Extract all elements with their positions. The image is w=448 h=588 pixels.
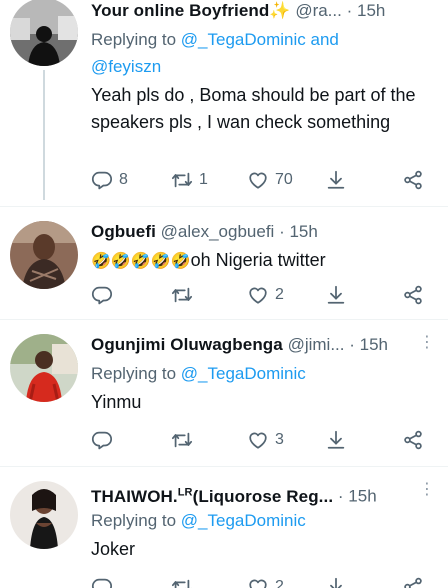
like-count: 70 — [275, 171, 293, 188]
replying-to: Replying to @_TegaDominic — [91, 507, 436, 534]
tweet-text-content: oh Nigeria twitter — [190, 250, 326, 270]
download-icon — [325, 576, 347, 588]
tweet-actions: 2 — [91, 574, 436, 588]
like-icon — [247, 284, 269, 306]
share-icon — [402, 284, 424, 306]
reply-icon — [91, 169, 113, 191]
tweet-actions: 3 — [91, 427, 436, 453]
tweet-text: Joker — [91, 539, 136, 559]
retweet-button[interactable] — [171, 574, 193, 588]
reply-icon — [91, 429, 113, 451]
like-button[interactable]: 70 — [247, 167, 293, 193]
download-icon — [325, 429, 347, 451]
reply-button[interactable] — [91, 574, 113, 588]
display-name[interactable]: Your online Boyfriend — [91, 1, 269, 20]
replying-to: Replying to @_TegaDominic — [91, 360, 436, 387]
more-icon[interactable]: ⋮ — [418, 479, 436, 501]
display-name[interactable]: Ogunjimi Oluwagbenga — [91, 335, 283, 354]
like-icon — [247, 576, 269, 588]
retweet-button[interactable]: 1 — [171, 167, 208, 193]
display-name[interactable]: Ogbuefi — [91, 222, 156, 241]
replying-to: Replying to @_TegaDominic and @feyiszn — [91, 26, 436, 80]
more-icon[interactable]: ⋮ — [418, 332, 436, 354]
retweet-button[interactable] — [171, 427, 193, 453]
share-button[interactable] — [402, 427, 424, 453]
name-superscript: LR — [177, 486, 193, 498]
share-icon — [402, 169, 424, 191]
download-button[interactable] — [325, 282, 347, 308]
divider — [0, 466, 448, 467]
avatar[interactable] — [10, 334, 78, 402]
mention-link[interactable]: @feyiszn — [91, 57, 161, 76]
divider — [0, 319, 448, 320]
laughing-emoji: 🤣🤣🤣🤣🤣 — [91, 253, 191, 270]
like-count: 3 — [275, 431, 284, 448]
tweet-header: Ogbuefi @alex_ogbuefi · 15h — [91, 222, 318, 241]
timestamp[interactable]: 15h — [357, 1, 385, 20]
download-button[interactable] — [325, 427, 347, 453]
timestamp[interactable]: 15h — [348, 487, 376, 506]
tweet-actions: 8 1 70 — [91, 167, 436, 193]
reply-count: 8 — [119, 171, 128, 188]
share-button[interactable] — [402, 167, 424, 193]
reply-button[interactable] — [91, 282, 113, 308]
retweet-button[interactable] — [171, 282, 193, 308]
reply-button[interactable]: 8 — [91, 167, 128, 193]
like-icon — [247, 429, 269, 451]
mention-link[interactable]: @_TegaDominic and — [181, 30, 339, 49]
like-icon — [247, 169, 269, 191]
tweet-text: Yinmu — [91, 392, 142, 412]
tweet-header: THAIWOH.LR(Liquorose Reg... · 15h ⋮ — [91, 479, 436, 506]
divider — [0, 206, 448, 207]
share-button[interactable] — [402, 282, 424, 308]
download-button[interactable] — [325, 167, 347, 193]
share-button[interactable] — [402, 574, 424, 588]
reply-button[interactable] — [91, 427, 113, 453]
tweet-text: Yeah pls do , Boma should be part of the… — [91, 85, 416, 132]
username[interactable]: @jimi... — [288, 335, 345, 354]
thread-line — [43, 70, 45, 200]
download-icon — [325, 169, 347, 191]
tweet-text: 🤣🤣🤣🤣🤣oh Nigeria twitter — [91, 247, 436, 275]
sparkles-emoji: ✨ — [269, 1, 291, 20]
avatar[interactable] — [10, 221, 78, 289]
like-button[interactable]: 2 — [247, 574, 284, 588]
timestamp[interactable]: 15h — [289, 222, 317, 241]
replying-prefix: Replying to — [91, 511, 177, 530]
tweet-header: Ogunjimi Oluwagbenga @jimi... · 15h ⋮ — [91, 332, 436, 354]
username[interactable]: @ra... — [295, 1, 342, 20]
timestamp[interactable]: 15h — [360, 335, 388, 354]
like-button[interactable]: 3 — [247, 427, 284, 453]
mention-link[interactable]: @_TegaDominic — [181, 511, 306, 530]
retweet-icon — [171, 576, 193, 588]
mention-link[interactable]: @_TegaDominic — [181, 364, 306, 383]
replying-prefix: Replying to — [91, 30, 177, 49]
download-button[interactable] — [325, 574, 347, 588]
display-name[interactable]: THAIWOH.LR(Liquorose Reg... — [91, 486, 333, 506]
like-button[interactable]: 2 — [247, 282, 284, 308]
share-icon — [402, 429, 424, 451]
reply-icon — [91, 576, 113, 588]
tweet-header: Your online Boyfriend✨ @ra... · 15h — [91, 1, 386, 20]
reply-icon — [91, 284, 113, 306]
share-icon — [402, 576, 424, 588]
avatar[interactable] — [10, 0, 78, 66]
username[interactable]: @alex_ogbuefi — [161, 222, 275, 241]
download-icon — [325, 284, 347, 306]
like-count: 2 — [275, 578, 284, 588]
retweet-count: 1 — [199, 171, 208, 188]
like-count: 2 — [275, 286, 284, 303]
retweet-icon — [171, 169, 193, 191]
avatar[interactable] — [10, 481, 78, 549]
retweet-icon — [171, 284, 193, 306]
tweet-actions: 2 — [91, 282, 436, 308]
retweet-icon — [171, 429, 193, 451]
replying-prefix: Replying to — [91, 364, 177, 383]
